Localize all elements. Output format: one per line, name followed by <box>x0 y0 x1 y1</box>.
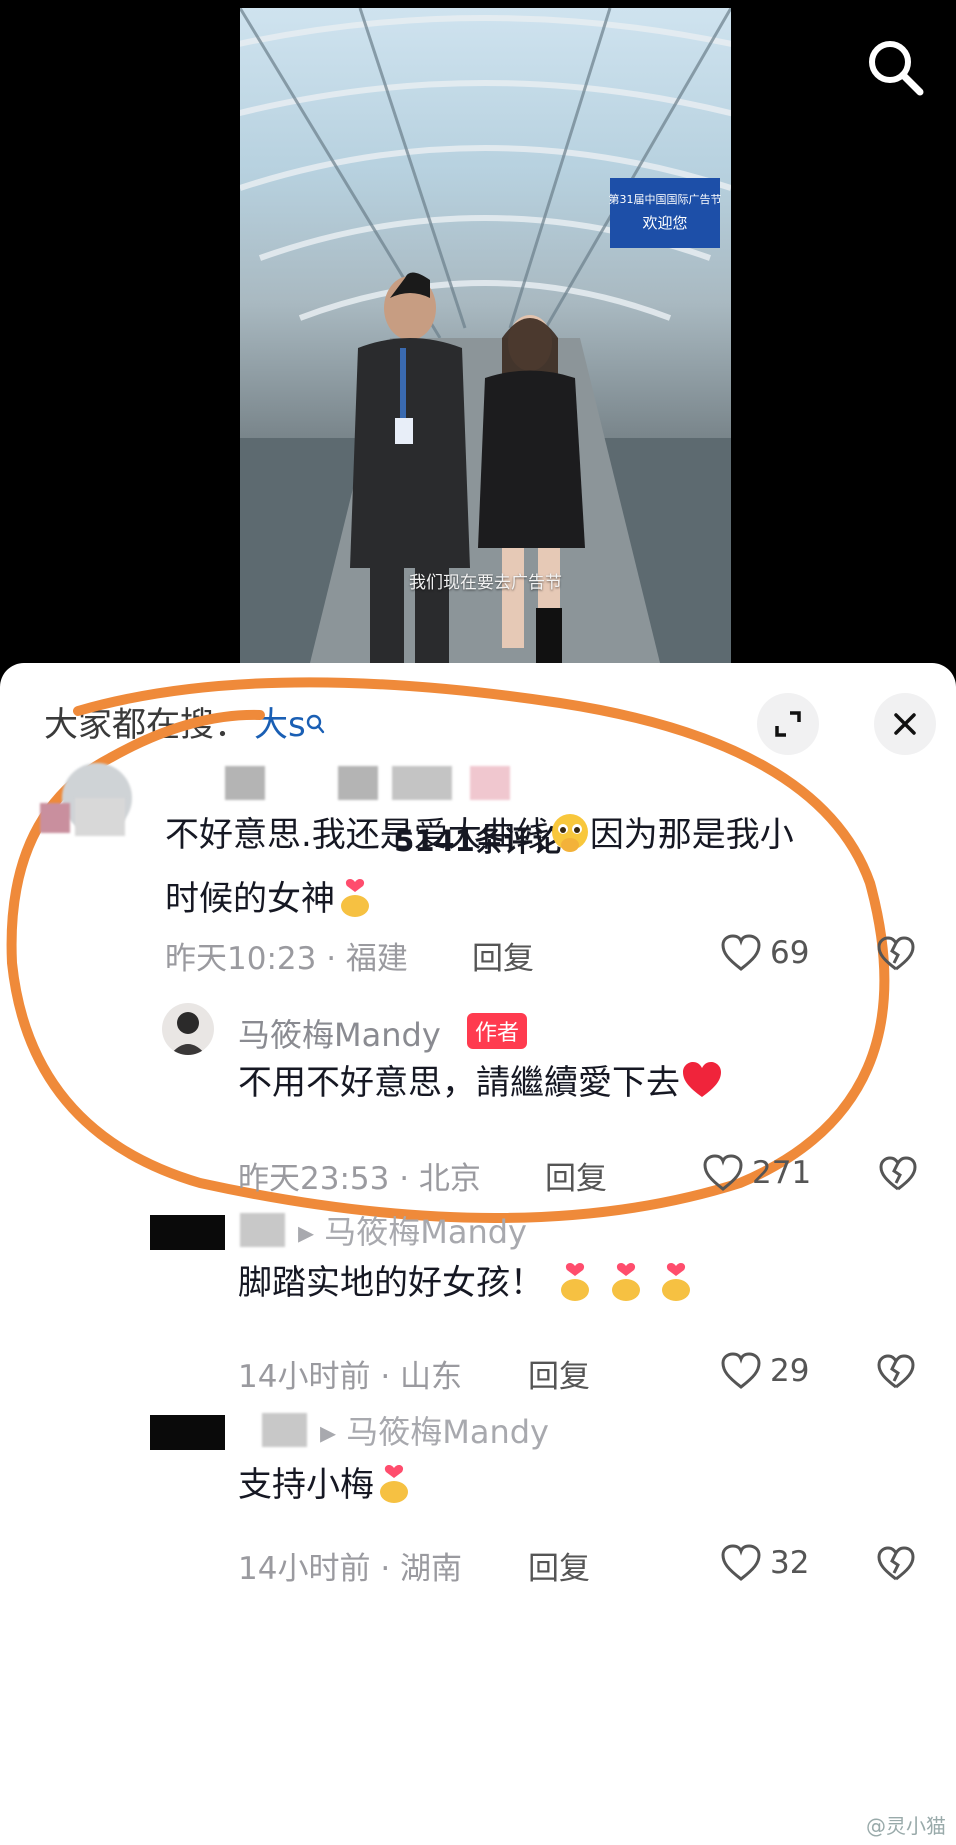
comment-meta: 昨天23:53 · 北京 <box>238 1153 481 1198</box>
dislike-broken-heart-icon[interactable] <box>876 1353 916 1391</box>
trending-search[interactable]: 大家都在搜： 大s <box>44 697 326 746</box>
expand-icon <box>775 711 801 737</box>
trending-search-label: 大家都在搜： <box>44 705 248 745</box>
reply-button[interactable]: 回复 <box>545 1153 607 1198</box>
censored-avatar <box>150 1415 225 1450</box>
expand-button[interactable] <box>757 693 819 755</box>
separator: · <box>380 1359 391 1395</box>
finger-heart-emoji-icon <box>662 1263 691 1301</box>
like-count: 69 <box>770 935 810 971</box>
pleading-face-emoji-icon <box>551 814 588 852</box>
like-button[interactable]: 32 <box>720 1543 809 1583</box>
small-search-icon <box>306 714 324 734</box>
censored-username <box>470 766 510 800</box>
video-subtitle: 我们现在要去广告节 <box>409 573 562 593</box>
dislike-broken-heart-icon[interactable] <box>876 1545 916 1583</box>
video-scene: 第31届中国国际广告节 欢迎您 <box>240 8 731 663</box>
comment-text: 不好意思.我还是爱大曲线 因为那是我小 时候的女神 <box>165 803 794 931</box>
comment-sheet: 大家都在搜： 大s 5141条评论 不好意思.我还是爱大曲线 因为那是我小 时候… <box>0 663 956 1845</box>
censored-block <box>40 803 70 833</box>
comment-location: 湖南 <box>400 1551 463 1587</box>
search-icon <box>869 41 924 96</box>
comment-text-part: 因为那是我小 <box>589 815 794 855</box>
close-button[interactable] <box>874 693 936 755</box>
comment-time: 昨天23:53 <box>238 1161 390 1197</box>
reply-button[interactable]: 回复 <box>528 1543 590 1588</box>
separator: · <box>399 1161 410 1197</box>
dislike-broken-heart-icon[interactable] <box>876 935 916 973</box>
comment-text-part: 不好意思.我还是爱大曲线 <box>165 815 550 855</box>
reply-target-name[interactable]: 马筱梅Mandy <box>346 1413 549 1451</box>
reply-target: ▸ 马筱梅Mandy <box>298 1207 527 1253</box>
like-button[interactable]: 69 <box>720 933 809 973</box>
reply-arrow-icon: ▸ <box>298 1213 315 1251</box>
reply-button[interactable]: 回复 <box>472 933 534 978</box>
comment-text-part: 时候的女神 <box>165 879 335 919</box>
comment-text: 脚踏实地的好女孩！ <box>238 1251 696 1315</box>
reply-button[interactable]: 回复 <box>528 1351 590 1396</box>
watermark: @灵小猫 <box>866 1814 946 1838</box>
comment-location: 福建 <box>345 941 408 977</box>
finger-heart-emoji-icon <box>341 879 369 917</box>
red-heart-emoji-icon <box>683 1062 721 1097</box>
trending-search-keyword[interactable]: 大s <box>254 697 306 746</box>
comment-time: 14小时前 <box>238 1359 371 1395</box>
close-icon <box>894 713 916 735</box>
heart-outline-icon <box>721 934 761 971</box>
dislike-broken-heart-icon[interactable] <box>878 1155 918 1193</box>
heart-outline-icon <box>721 1352 761 1389</box>
comment-location: 山东 <box>400 1359 463 1395</box>
heart-outline-icon <box>721 1544 761 1581</box>
event-banner <box>610 178 720 248</box>
finger-heart-emoji-icon <box>380 1465 408 1503</box>
like-count: 29 <box>770 1353 810 1389</box>
comment-text-part: 不用不好意思，請繼續愛下去 <box>238 1063 680 1103</box>
banner-text-2: 欢迎您 <box>642 214 687 232</box>
censored-username <box>225 766 265 800</box>
censored-username <box>338 766 378 800</box>
comment-meta: 14小时前 · 山东 <box>238 1351 462 1396</box>
reply-target-name[interactable]: 马筱梅Mandy <box>324 1213 527 1251</box>
video-player[interactable]: 第31届中国国际广告节 欢迎您 我们现在要去广告节 <box>0 0 956 680</box>
reply-arrow-icon: ▸ <box>320 1413 337 1451</box>
comment-text: 不用不好意思，請繼續愛下去 <box>238 1051 724 1115</box>
author-badge: 作者 <box>467 1013 528 1049</box>
search-button[interactable] <box>864 36 926 98</box>
comment-meta: 昨天10:23 · 福建 <box>165 933 408 978</box>
finger-heart-emoji-icon <box>560 1263 589 1301</box>
comment-meta: 14小时前 · 湖南 <box>238 1543 462 1588</box>
comment-time: 昨天10:23 <box>165 941 317 977</box>
username[interactable]: 马筱梅Mandy <box>238 1010 441 1056</box>
finger-heart-emoji-icon <box>611 1263 640 1301</box>
reply-target: ▸ 马筱梅Mandy <box>320 1407 549 1453</box>
comment-time: 14小时前 <box>238 1551 371 1587</box>
censored-avatar <box>150 1215 225 1250</box>
like-button[interactable]: 29 <box>720 1351 809 1391</box>
avatar[interactable] <box>162 1003 214 1055</box>
like-count: 271 <box>752 1155 812 1191</box>
banner-text-1: 第31届中国国际广告节 <box>609 192 722 206</box>
censored-username <box>240 1213 285 1247</box>
heart-outline-icon <box>703 1154 743 1191</box>
comment-text-part: 脚踏实地的好女孩！ <box>238 1263 544 1303</box>
comment-text: 支持小梅 <box>238 1453 414 1517</box>
comment-text-part: 支持小梅 <box>238 1465 374 1505</box>
like-button[interactable]: 271 <box>702 1153 811 1193</box>
like-count: 32 <box>770 1545 810 1581</box>
censored-username <box>392 766 452 800</box>
video-frame[interactable]: 第31届中国国际广告节 欢迎您 我们现在要去广告节 <box>240 8 731 663</box>
censored-username <box>262 1413 307 1447</box>
comment-location: 北京 <box>418 1161 481 1197</box>
censored-block <box>75 798 125 836</box>
separator: · <box>326 941 337 977</box>
separator: · <box>380 1551 391 1587</box>
